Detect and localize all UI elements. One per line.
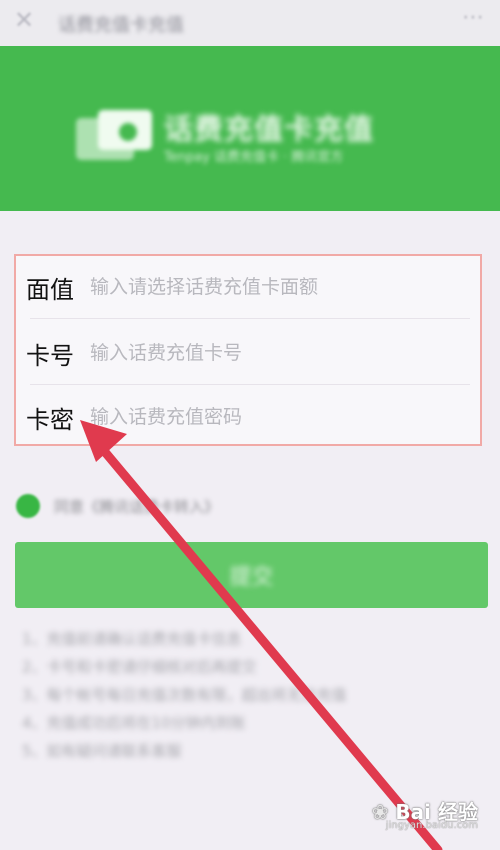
denomination-field[interactable] bbox=[90, 270, 470, 304]
card-logo-icon bbox=[76, 110, 152, 160]
card-number-label: 卡号 bbox=[26, 342, 74, 370]
agree-checkbox[interactable] bbox=[16, 494, 40, 518]
card-password-label: 卡密 bbox=[26, 406, 74, 434]
card-password-row: 卡密 bbox=[24, 386, 478, 448]
watermark-url: jingyan.baidu.com bbox=[385, 820, 478, 831]
card-number-row: 卡号 bbox=[24, 322, 478, 384]
banner-title: 话费充值卡充值 bbox=[164, 112, 375, 146]
nav-bar: ✕ 话费充值卡充值 ⋯ bbox=[0, 0, 500, 46]
page-title: 话费充值卡充值 bbox=[58, 15, 184, 36]
baidu-watermark: ❀ Bai 经验 jingyan.baidu.com bbox=[372, 796, 478, 831]
divider bbox=[30, 384, 470, 385]
close-icon[interactable]: ✕ bbox=[14, 6, 34, 34]
note-item: 3、每个帐号每日充值次数有限，超出将无法充值 bbox=[22, 686, 347, 704]
note-item: 4、充值成功后将在10分钟内到账 bbox=[22, 714, 246, 732]
denomination-row: 面值 bbox=[24, 256, 478, 318]
recharge-form: 面值 卡号 卡密 bbox=[14, 254, 482, 446]
banner-subtitle: Tenpay 话费充值卡 · 腾讯官方 bbox=[164, 150, 344, 165]
more-icon[interactable]: ⋯ bbox=[462, 5, 484, 30]
divider bbox=[30, 318, 470, 319]
card-number-field[interactable] bbox=[90, 336, 470, 370]
note-item: 5、如有疑问请联系客服 bbox=[22, 742, 182, 760]
notes-list: 1、充值前请确认话费充值卡信息 2、卡号和卡密请仔细核对后再提交 3、每个帐号每… bbox=[22, 625, 472, 765]
agreement-text: 同意《腾讯话费卡转入》 bbox=[54, 498, 220, 516]
note-item: 2、卡号和卡密请仔细核对后再提交 bbox=[22, 658, 257, 676]
header-banner: 话费充值卡充值 Tenpay 话费充值卡 · 腾讯官方 bbox=[0, 46, 500, 211]
submit-button[interactable]: 提交 bbox=[15, 542, 488, 608]
denomination-label: 面值 bbox=[26, 276, 74, 304]
submit-label: 提交 bbox=[229, 565, 274, 590]
card-password-field[interactable] bbox=[90, 400, 470, 434]
note-item: 1、充值前请确认话费充值卡信息 bbox=[22, 630, 242, 648]
agreement-row[interactable]: 同意《腾讯话费卡转入》 bbox=[14, 490, 484, 526]
